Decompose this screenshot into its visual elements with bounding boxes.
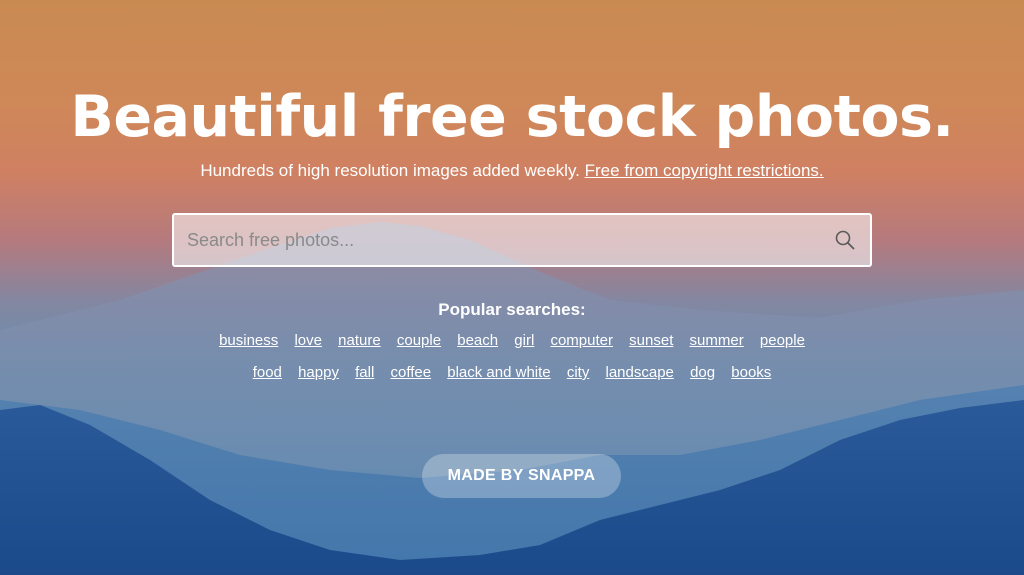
hero-section: Beautiful free stock photos. Hundreds of… bbox=[0, 0, 1024, 575]
popular-searches-row-1: business love nature couple beach girl c… bbox=[0, 331, 1024, 351]
made-by-snappa-button[interactable]: MADE BY SNAPPA bbox=[422, 454, 621, 498]
search-tag-nature[interactable]: nature bbox=[338, 332, 381, 349]
search-tag-love[interactable]: love bbox=[294, 332, 322, 349]
search-tag-city[interactable]: city bbox=[567, 364, 590, 381]
search-tag-people[interactable]: people bbox=[760, 332, 805, 349]
search-tag-computer[interactable]: computer bbox=[550, 332, 613, 349]
search-tag-landscape[interactable]: landscape bbox=[606, 364, 674, 381]
search-tag-food[interactable]: food bbox=[253, 364, 282, 381]
search-icon[interactable] bbox=[834, 229, 856, 251]
search-tag-coffee[interactable]: coffee bbox=[390, 364, 431, 381]
search-tag-summer[interactable]: summer bbox=[690, 332, 744, 349]
search-tag-dog[interactable]: dog bbox=[690, 364, 715, 381]
search-tag-sunset[interactable]: sunset bbox=[629, 332, 673, 349]
search-input[interactable] bbox=[174, 215, 814, 265]
search-tag-fall[interactable]: fall bbox=[355, 364, 374, 381]
page-title: Beautiful free stock photos. bbox=[70, 84, 954, 150]
search-tag-black-and-white[interactable]: black and white bbox=[447, 364, 550, 381]
popular-searches-label: Popular searches: bbox=[438, 300, 586, 319]
page-subtitle: Hundreds of high resolution images added… bbox=[0, 160, 1024, 182]
popular-searches-row-2: food happy fall coffee black and white c… bbox=[0, 363, 1024, 383]
search-tag-couple[interactable]: couple bbox=[397, 332, 441, 349]
search-tag-happy[interactable]: happy bbox=[298, 364, 339, 381]
copyright-link[interactable]: Free from copyright restrictions. bbox=[585, 161, 824, 180]
search-tag-business[interactable]: business bbox=[219, 332, 278, 349]
search-tag-beach[interactable]: beach bbox=[457, 332, 498, 349]
search-tag-books[interactable]: books bbox=[731, 364, 771, 381]
search-tag-girl[interactable]: girl bbox=[514, 332, 534, 349]
search-box bbox=[172, 213, 872, 267]
subtitle-text: Hundreds of high resolution images added… bbox=[200, 161, 580, 180]
